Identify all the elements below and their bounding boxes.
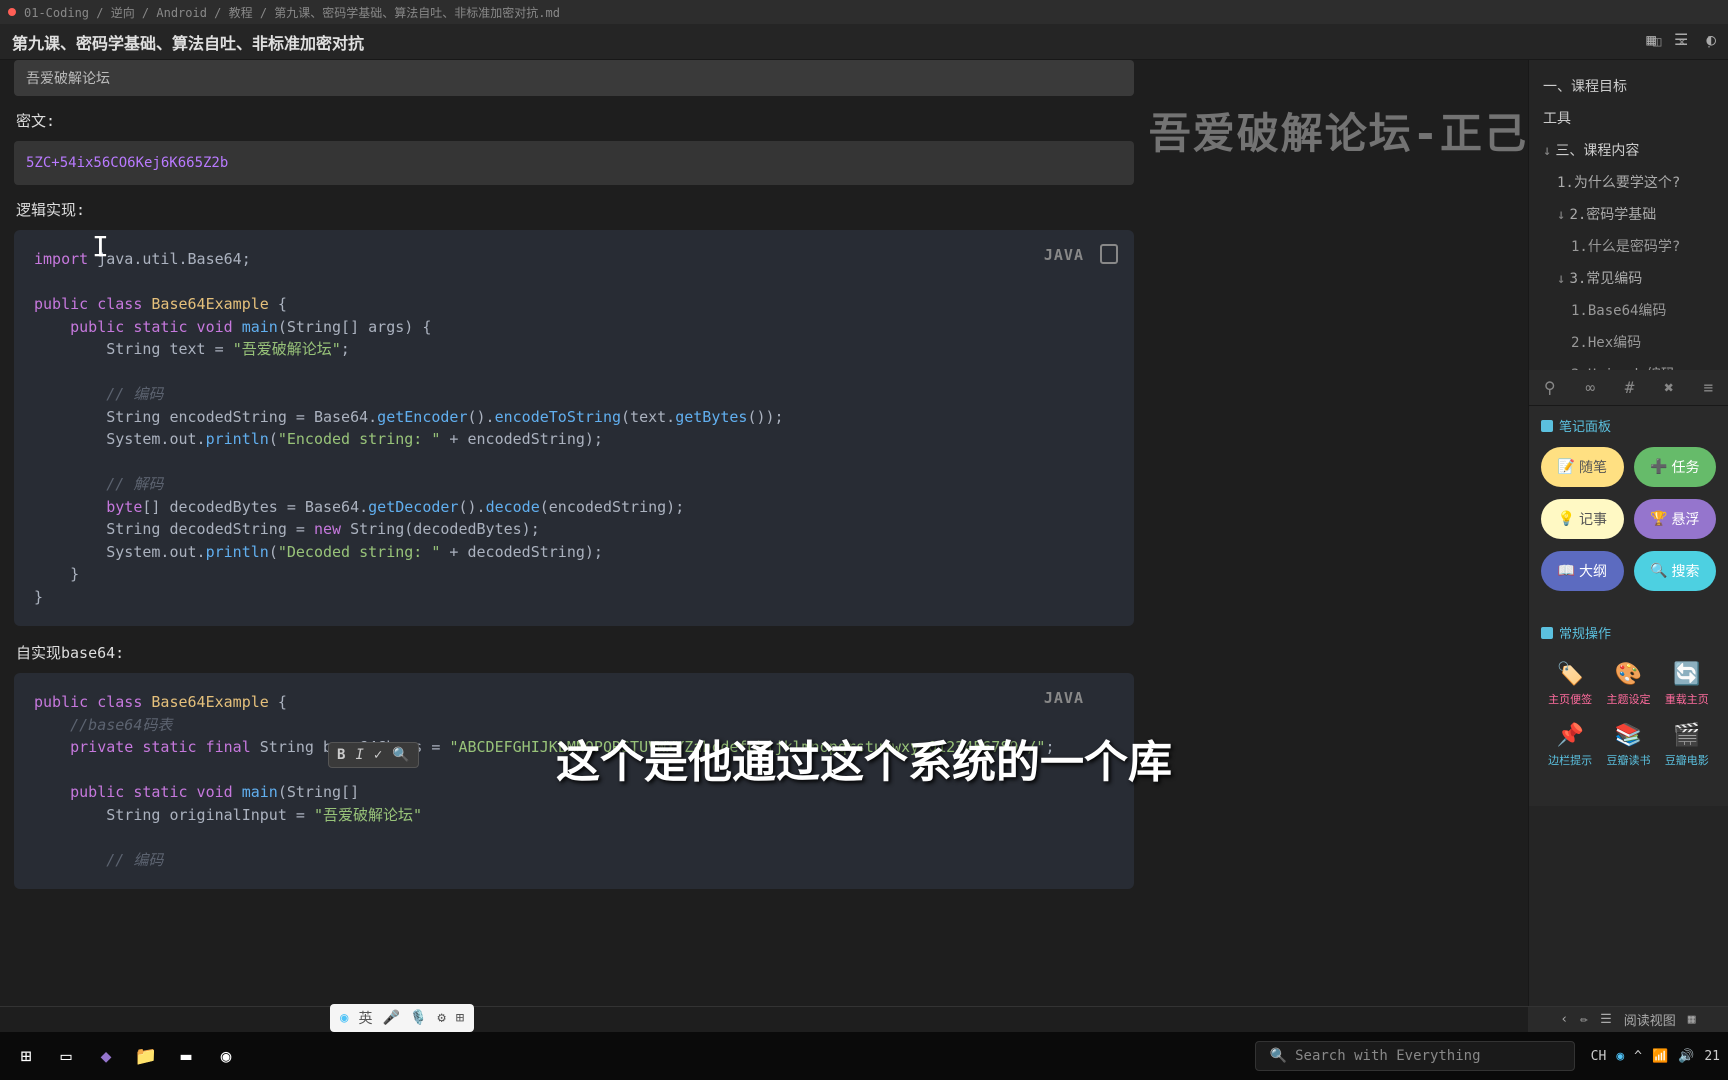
ime-settings-icon[interactable]: ⚙: [437, 1010, 445, 1026]
italic-button[interactable]: I: [355, 747, 363, 763]
tray-app-icon[interactable]: ◉: [1616, 1049, 1624, 1064]
forum-pill: 吾爱破解论坛: [14, 60, 1134, 96]
system-tray: CH ◉ ^ 📶 🔊 21: [1591, 1049, 1720, 1064]
toc-item[interactable]: 1.Base64编码: [1535, 294, 1722, 326]
ime-mic-icon[interactable]: 🎙️: [410, 1010, 427, 1026]
link-icon[interactable]: ∞: [1585, 378, 1595, 397]
search-button[interactable]: 🔍: [392, 747, 409, 763]
view-mode-bar: ‹ ✏ ☰ 阅读视图 ▦: [1528, 1006, 1728, 1032]
notes-section: 笔记面板 📝随笔 ➕任务 💡记事 🏆悬浮 📖大纲 🔍搜索: [1529, 406, 1728, 613]
check-button[interactable]: ✓: [374, 747, 382, 763]
code-block-java-2[interactable]: JAVA public class Base64Example { //base…: [14, 673, 1134, 889]
app-terminal-icon[interactable]: ▬: [168, 1038, 204, 1074]
code-content-1: import java.util.Base64; public class Ba…: [34, 248, 1114, 608]
code-block-java-1[interactable]: JAVA import java.util.Base64; public cla…: [14, 230, 1134, 626]
quick-douban-movie[interactable]: 🎬豆瓣电影: [1665, 723, 1709, 768]
search-placeholder: Search with Everything: [1295, 1048, 1480, 1064]
app-obs-icon[interactable]: ◉: [208, 1038, 244, 1074]
bold-button[interactable]: B: [337, 747, 345, 763]
tray-time[interactable]: 21: [1704, 1049, 1720, 1064]
search-icon: 🔍: [1270, 1048, 1287, 1064]
quick-reload[interactable]: 🔄重载主页: [1665, 662, 1709, 707]
toc-item[interactable]: 一、课程目标: [1535, 70, 1722, 102]
list-view-icon[interactable]: ☰: [1600, 1012, 1612, 1027]
actions-section: 常规操作 🏷️主页便签 🎨主题设定 🔄重载主页 📌边栏提示 📚豆瓣读书 🎬豆瓣电…: [1529, 613, 1728, 786]
view-label[interactable]: 阅读视图: [1624, 1010, 1676, 1029]
top-right-icons: ▦ ☰ ◐: [1646, 30, 1716, 49]
toc-item[interactable]: ↓2.密码学基础: [1535, 198, 1722, 230]
toc-item[interactable]: 1.为什么要学这个?: [1535, 166, 1722, 198]
float-button[interactable]: 🏆悬浮: [1634, 499, 1717, 539]
code-language-label: JAVA: [1044, 244, 1084, 267]
document-content: 吾爱破解论坛 密文: 5ZC+54ix56CO6Kej6K665Z2b 逻辑实现…: [0, 60, 1528, 1045]
quick-sidebar-tip[interactable]: 📌边栏提示: [1548, 723, 1592, 768]
self-base64-label: 自实现base64:: [16, 642, 1514, 663]
taskbar-search[interactable]: 🔍 Search with Everything: [1255, 1041, 1575, 1071]
logic-label: 逻辑实现:: [16, 199, 1514, 220]
app-explorer-icon[interactable]: 📁: [128, 1038, 164, 1074]
task-button[interactable]: ➕任务: [1634, 447, 1717, 487]
cipher-label: 密文:: [16, 110, 1514, 131]
memo-button[interactable]: 💡记事: [1541, 499, 1624, 539]
calendar-icon[interactable]: ▦: [1646, 30, 1656, 49]
tools-icon[interactable]: ⚲: [1544, 378, 1556, 397]
app-obsidian-icon[interactable]: ◆: [88, 1038, 124, 1074]
taskbar: ⊞ ▭ ◆ 📁 ▬ ◉ 🔍 Search with Everything CH …: [0, 1032, 1728, 1080]
actions-panel-title: 常规操作: [1541, 623, 1716, 642]
tray-volume-icon[interactable]: 🔊: [1678, 1049, 1694, 1064]
quick-theme[interactable]: 🎨主题设定: [1606, 662, 1650, 707]
ime-lang[interactable]: 英: [358, 1008, 372, 1028]
ime-grid-icon[interactable]: ⊞: [456, 1010, 464, 1026]
tray-lang[interactable]: CH: [1591, 1049, 1607, 1064]
clock-icon[interactable]: ◐: [1706, 30, 1716, 49]
quick-home-note[interactable]: 🏷️主页便签: [1548, 662, 1592, 707]
main-area: 吾爱破解论坛 密文: 5ZC+54ix56CO6Kej6K665Z2b 逻辑实现…: [0, 60, 1728, 1045]
tray-wifi-icon[interactable]: 📶: [1652, 1049, 1668, 1064]
ime-voice-icon[interactable]: 🎤: [382, 1010, 399, 1026]
format-toolbar[interactable]: B I ✓ 🔍: [328, 742, 419, 768]
toc-item[interactable]: 工具: [1535, 102, 1722, 134]
copy-icon[interactable]: [1100, 244, 1118, 264]
window-close-dot[interactable]: [8, 8, 16, 16]
outline-button[interactable]: 📖大纲: [1541, 551, 1624, 591]
toc-item[interactable]: ↓三、课程内容: [1535, 134, 1722, 166]
tray-chevron-icon[interactable]: ^: [1634, 1049, 1642, 1064]
menu-icon[interactable]: ≡: [1703, 378, 1713, 397]
quick-douban-book[interactable]: 📚豆瓣读书: [1606, 723, 1650, 768]
wrench-icon[interactable]: ✖: [1664, 378, 1674, 397]
start-button[interactable]: ⊞: [8, 1038, 44, 1074]
back-icon[interactable]: ‹: [1560, 1012, 1568, 1027]
toc-item[interactable]: 2.Hex编码: [1535, 326, 1722, 358]
document-header: 第九课、密码学基础、算法自吐、非标准加密对抗 ◫ ✕ ⋮: [0, 24, 1728, 60]
cipher-text-box[interactable]: 5ZC+54ix56CO6Kej6K665Z2b: [14, 141, 1134, 185]
forum-name: 吾爱破解论坛: [26, 71, 110, 87]
taskview-icon[interactable]: ▭: [48, 1038, 84, 1074]
status-bar: ↑: 0.96 KB/s CPU: 8%: [0, 1006, 1728, 1032]
cipher-value: 5ZC+54ix56CO6Kej6K665Z2b: [26, 155, 228, 171]
grid-icon[interactable]: ▦: [1688, 1012, 1696, 1027]
hash-icon[interactable]: #: [1625, 378, 1635, 397]
side-panel: ⚲ ∞ # ✖ ≡ 笔记面板 📝随笔 ➕任务 💡记事 🏆悬浮 📖大纲 🔍搜索 常…: [1528, 370, 1728, 806]
side-tabs: ⚲ ∞ # ✖ ≡: [1529, 370, 1728, 406]
note-button[interactable]: 📝随笔: [1541, 447, 1624, 487]
toc-item[interactable]: 1.什么是密码学?: [1535, 230, 1722, 262]
titlebar: 01-Coding / 逆向 / Android / 教程 / 第九课、密码学基…: [0, 0, 1728, 24]
list-icon[interactable]: ☰: [1674, 30, 1688, 49]
ime-logo-icon[interactable]: ◉: [340, 1010, 348, 1026]
notes-panel-title: 笔记面板: [1541, 416, 1716, 435]
ime-toolbar[interactable]: ◉ 英 🎤 🎙️ ⚙ ⊞: [330, 1004, 474, 1032]
document-title: 第九课、密码学基础、算法自吐、非标准加密对抗: [12, 30, 364, 54]
file-path: 01-Coding / 逆向 / Android / 教程 / 第九课、密码学基…: [24, 4, 560, 21]
toc-item[interactable]: ↓3.常见编码: [1535, 262, 1722, 294]
search-button[interactable]: 🔍搜索: [1634, 551, 1717, 591]
code-language-label-2: JAVA: [1044, 687, 1084, 710]
code-content-2: public class Base64Example { //base64码表 …: [34, 691, 1114, 871]
brush-icon[interactable]: ✏: [1580, 1012, 1588, 1027]
